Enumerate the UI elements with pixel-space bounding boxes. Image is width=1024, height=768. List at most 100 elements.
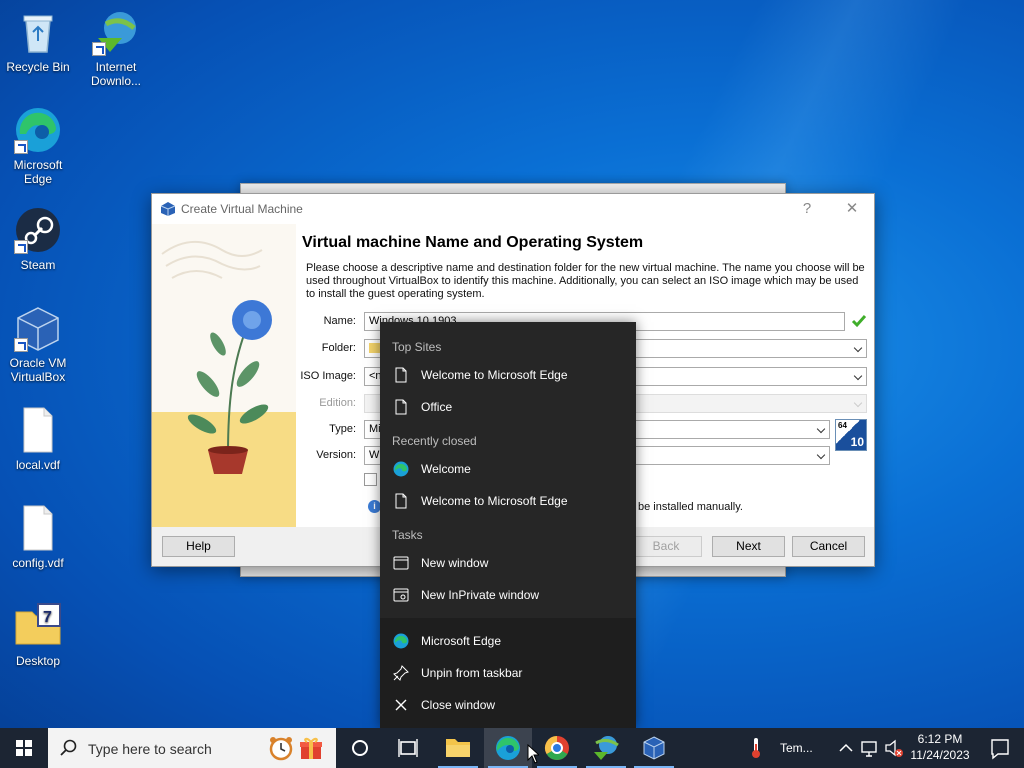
- taskbar: Type here to search Tem... 6:12 PM 11/24…: [0, 728, 1024, 768]
- virtualbox-icon: [14, 304, 62, 352]
- search-placeholder: Type here to search: [88, 741, 212, 757]
- taskbar-google-chrome[interactable]: [533, 728, 581, 768]
- jump-item-label: Welcome: [421, 462, 471, 476]
- jump-item-label: Welcome to Microsoft Edge: [421, 494, 568, 508]
- taskbar-microsoft-edge[interactable]: [484, 728, 532, 768]
- shortcut-arrow-icon: [14, 240, 28, 254]
- folder-icon: 7: [14, 602, 62, 650]
- back-button: Back: [630, 536, 702, 557]
- show-hidden-icons-button[interactable]: [836, 728, 856, 768]
- desktop-icon-config-vdf[interactable]: config.vdf: [0, 504, 76, 570]
- jump-item-label: Close window: [421, 698, 496, 712]
- edge-jump-list: Top Sites Welcome to Microsoft Edge Offi…: [380, 322, 636, 728]
- iso-label: ISO Image:: [300, 370, 356, 382]
- taskbar-clock[interactable]: 6:12 PM 11/24/2023: [905, 731, 975, 763]
- desktop-icon-local-vdf[interactable]: local.vdf: [0, 406, 76, 472]
- thermometer-icon: [752, 738, 760, 758]
- help-icon[interactable]: ?: [792, 198, 822, 220]
- gift-icon: [300, 737, 322, 759]
- page-icon: [393, 367, 409, 383]
- jump-item-unpin[interactable]: Unpin from taskbar: [380, 658, 636, 688]
- edition-label: Edition:: [319, 397, 356, 409]
- page-heading: Virtual machine Name and Operating Syste…: [302, 234, 644, 251]
- steam-icon: [14, 206, 62, 254]
- taskbar-file-explorer[interactable]: [434, 728, 482, 768]
- desktop-icon-label: Steam: [20, 258, 56, 272]
- skip-unattended-checkbox[interactable]: [364, 473, 377, 486]
- desktop-icon-microsoft-edge[interactable]: Microsoft Edge: [0, 106, 76, 186]
- action-center-button[interactable]: [976, 728, 1024, 768]
- windows-logo-icon: [16, 740, 32, 756]
- file-explorer-icon: [446, 739, 470, 757]
- unpin-icon: [393, 665, 409, 681]
- jump-item-label: Welcome to Microsoft Edge: [421, 368, 568, 382]
- edge-icon: [393, 633, 409, 649]
- desktop-icon-virtualbox[interactable]: Oracle VM VirtualBox: [0, 304, 76, 384]
- cortana-icon: [352, 740, 368, 756]
- file-icon: [14, 504, 62, 552]
- desktop-icon-label: local.vdf: [15, 458, 61, 472]
- taskbar-virtualbox[interactable]: [630, 728, 678, 768]
- page-description: Please choose a descriptive name and des…: [306, 262, 865, 300]
- notification-icon: [991, 739, 1009, 760]
- os-badge-version: 10: [850, 435, 864, 449]
- internet-download-manager-icon: [594, 736, 619, 760]
- unattended-note: be installed manually.: [638, 501, 743, 513]
- edge-icon: [393, 461, 409, 477]
- cancel-button[interactable]: Cancel: [792, 536, 865, 557]
- network-icon: [861, 741, 877, 757]
- file-icon: [14, 406, 62, 454]
- page-icon: [393, 493, 409, 509]
- desktop-icon-label: Desktop: [15, 654, 61, 668]
- chevron-up-icon: [839, 743, 853, 752]
- edge-icon: [14, 106, 62, 154]
- jump-item-top-site[interactable]: Office: [380, 392, 636, 422]
- os-badge-arch: 64: [838, 421, 847, 430]
- taskbar-search-box[interactable]: Type here to search: [48, 728, 336, 768]
- jump-item-new-window[interactable]: New window: [380, 548, 636, 578]
- jump-item-recently-closed[interactable]: Welcome: [380, 454, 636, 484]
- shortcut-arrow-icon: [14, 338, 28, 352]
- weather-widget[interactable]: Tem...: [742, 728, 822, 768]
- desktop-icon-label: Microsoft Edge: [13, 158, 63, 186]
- weather-text: Tem...: [780, 741, 813, 755]
- task-view-button[interactable]: [384, 728, 432, 768]
- cortana-button[interactable]: [336, 728, 384, 768]
- jump-item-top-site[interactable]: Welcome to Microsoft Edge: [380, 360, 636, 390]
- jump-item-new-inprivate-window[interactable]: New InPrivate window: [380, 580, 636, 610]
- desktop-icon-label: Internet Downlo...: [90, 60, 142, 88]
- inprivate-window-icon: [393, 587, 409, 603]
- page-icon: [393, 399, 409, 415]
- desktop-icon-internet-download-manager[interactable]: Internet Downlo...: [78, 8, 154, 88]
- desktop-icon-recycle-bin[interactable]: Recycle Bin: [0, 8, 76, 74]
- network-tray-button[interactable]: [858, 728, 882, 768]
- desktop-icon-steam[interactable]: Steam: [0, 206, 76, 272]
- jump-item-recently-closed[interactable]: Welcome to Microsoft Edge: [380, 486, 636, 516]
- jump-item-close-window[interactable]: Close window: [380, 690, 636, 720]
- svg-text:7: 7: [43, 609, 52, 626]
- virtualbox-icon: [160, 201, 176, 217]
- taskbar-internet-download-manager[interactable]: [582, 728, 630, 768]
- jump-item-label: New window: [421, 556, 489, 570]
- volume-tray-button[interactable]: [882, 728, 906, 768]
- alarm-clock-icon: [269, 737, 293, 761]
- close-icon[interactable]: ✕: [837, 198, 867, 220]
- start-button[interactable]: [0, 728, 48, 768]
- search-icon: [60, 739, 77, 756]
- next-button[interactable]: Next: [712, 536, 785, 557]
- section-recently-closed: Recently closed: [392, 434, 477, 448]
- task-view-icon: [398, 739, 418, 757]
- jump-item-label: Office: [421, 400, 453, 414]
- desktop-icon-label: Oracle VM VirtualBox: [9, 356, 67, 384]
- dialog-titlebar[interactable]: Create Virtual Machine ? ✕: [152, 194, 874, 224]
- edge-icon: [496, 736, 520, 760]
- close-icon: [393, 697, 409, 713]
- jump-item-label: Unpin from taskbar: [421, 666, 523, 680]
- jump-item-open-app[interactable]: Microsoft Edge: [380, 626, 636, 656]
- desktop-icon-desktop-folder[interactable]: 7 Desktop: [0, 602, 76, 668]
- wizard-illustration: [152, 224, 296, 527]
- virtualbox-icon: [643, 736, 665, 760]
- version-label: Version:: [316, 449, 356, 461]
- clock-time: 6:12 PM: [917, 732, 963, 746]
- help-button[interactable]: Help: [162, 536, 235, 557]
